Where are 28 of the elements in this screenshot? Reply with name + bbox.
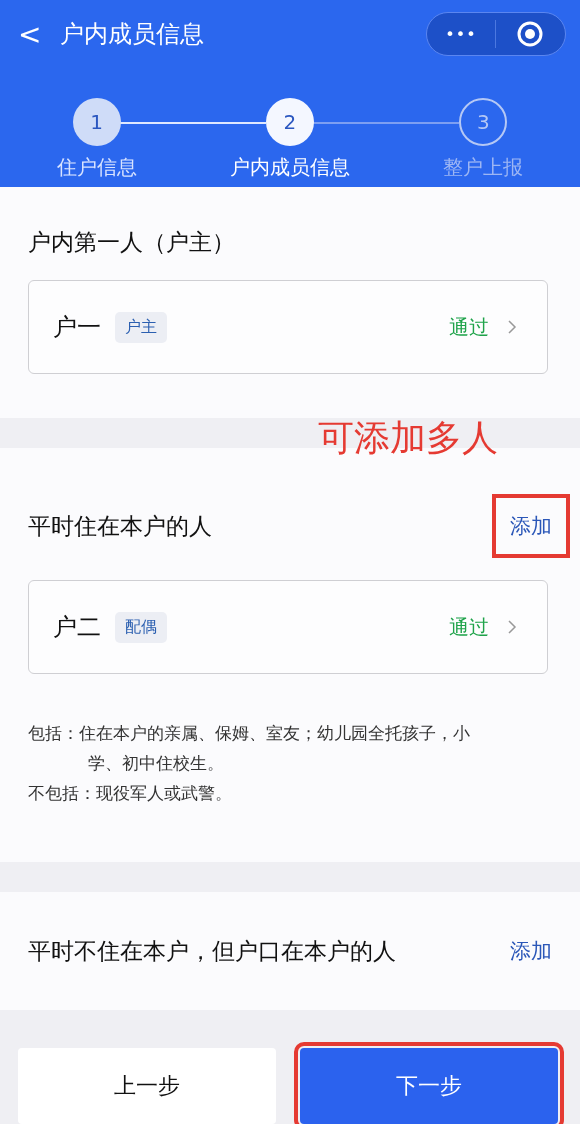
step-label: 户内成员信息 (230, 154, 350, 181)
note-text: 包括：住在本户的亲属、保姆、室友；幼儿园全托孩子，小学、初中住校生。 (28, 722, 471, 776)
member-card[interactable]: 户二 配偶 通过 (28, 580, 548, 675)
member-name: 户一 (53, 312, 101, 344)
section-title: 户内第一人（户主） (28, 228, 235, 258)
more-button[interactable]: ••• (427, 24, 495, 44)
add-link[interactable]: 添加 (492, 494, 570, 559)
previous-button[interactable]: 上一步 (18, 1048, 276, 1124)
member-card[interactable]: 户一 户主 通过 (28, 280, 548, 375)
role-tag: 配偶 (115, 611, 167, 643)
back-button[interactable]: < (18, 17, 60, 51)
annotation-text: 可添加多人 (318, 416, 498, 461)
status-text: 通过 (449, 613, 489, 641)
status-text: 通过 (449, 313, 489, 341)
section-title: 平时住在本户的人 (28, 511, 212, 541)
step-circle: 3 (459, 98, 508, 146)
role-tag: 户主 (115, 311, 167, 343)
chevron-right-icon (507, 319, 517, 336)
chevron-right-icon (507, 619, 517, 636)
section-title: 平时不住在本户，但户口在本户的人 (28, 936, 396, 966)
step-label: 住户信息 (56, 154, 137, 181)
step-circle: 1 (72, 98, 121, 146)
add-link[interactable]: 添加 (492, 919, 570, 984)
note-text: 不包括：现役军人或武警。 (28, 782, 233, 806)
page-title: 户内成员信息 (60, 19, 205, 50)
member-name: 户二 (53, 612, 101, 644)
step-circle: 2 (266, 98, 314, 146)
step-label: 整户上报 (443, 154, 524, 181)
